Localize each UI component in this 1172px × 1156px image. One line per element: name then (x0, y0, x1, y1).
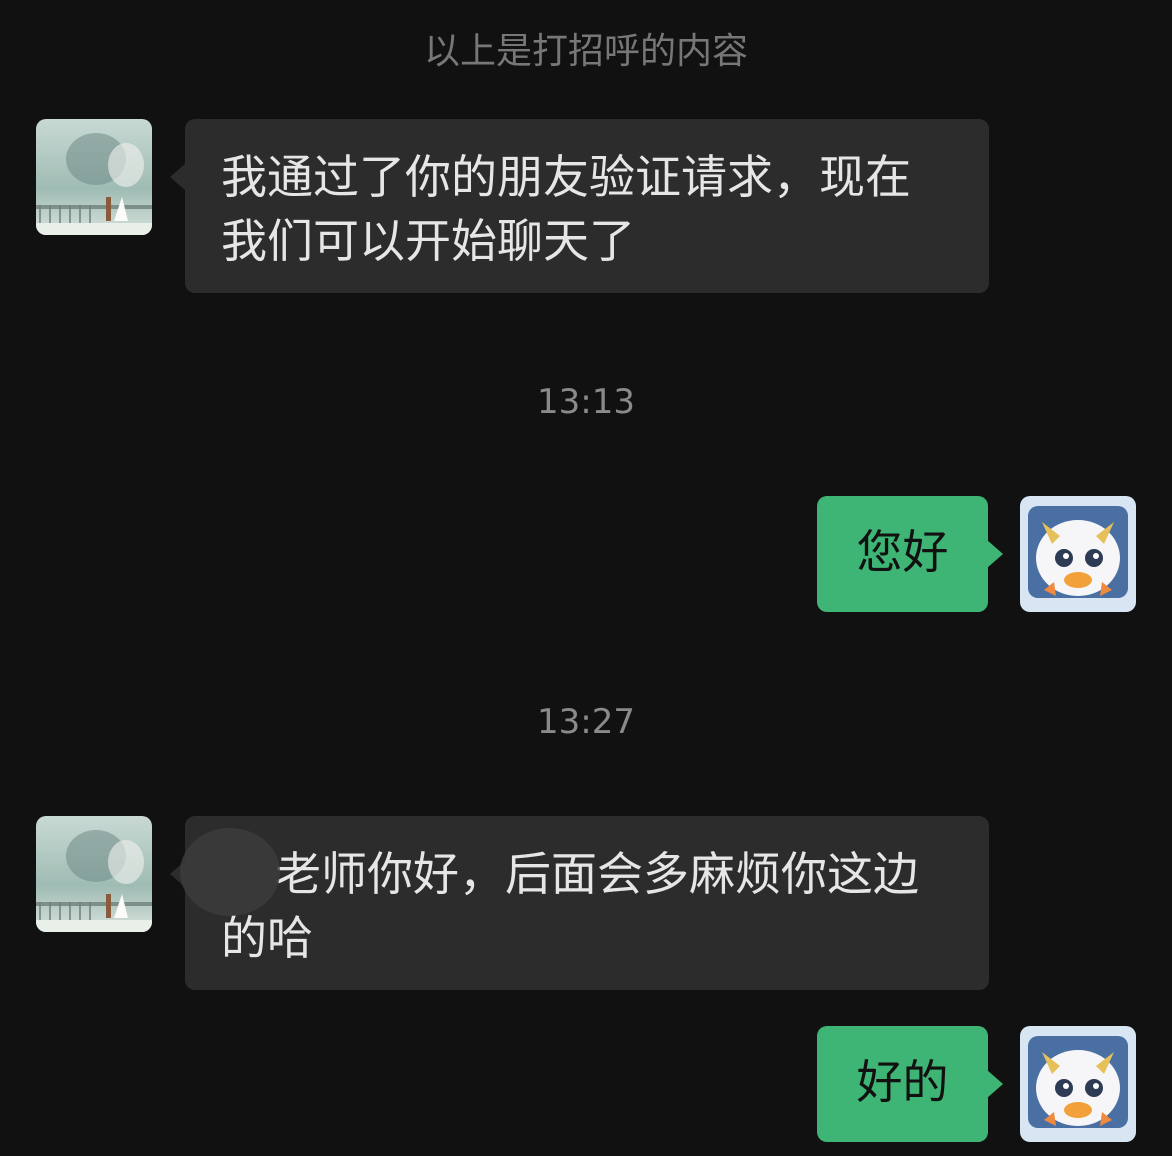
my-avatar[interactable] (1020, 496, 1136, 612)
outgoing-message-bubble[interactable]: 您好 (817, 496, 988, 612)
contact-avatar[interactable] (36, 816, 152, 932)
incoming-message-bubble[interactable]: 我通过了你的朋友验证请求，现在我们可以开始聊天了 (185, 119, 989, 293)
message-text: 我通过了你的朋友验证请求，现在我们可以开始聊天了 (221, 150, 911, 268)
message-timestamp: 13:27 (537, 702, 635, 742)
chat-window: 以上是打招呼的内容 我通过了你的朋友验证请求，现在我们可以开始聊天了 13:13… (0, 0, 1172, 1156)
message-timestamp: 13:13 (537, 382, 635, 422)
message-text: 您好 (856, 525, 949, 579)
message-text: 老师你好，后面会多麻烦你这边的哈 (221, 847, 919, 965)
outgoing-message-bubble[interactable]: 好的 (817, 1026, 988, 1142)
message-text: 好的 (856, 1055, 949, 1109)
redaction-blot (180, 828, 280, 916)
outgoing-bubble-tail (987, 540, 1003, 568)
incoming-bubble-tail (170, 163, 186, 191)
contact-avatar[interactable] (36, 119, 152, 235)
outgoing-bubble-tail (987, 1070, 1003, 1098)
greeting-system-note: 以上是打招呼的内容 (423, 31, 748, 72)
my-avatar[interactable] (1020, 1026, 1136, 1142)
incoming-message-bubble[interactable]: 老师你好，后面会多麻烦你这边的哈 (185, 816, 989, 990)
